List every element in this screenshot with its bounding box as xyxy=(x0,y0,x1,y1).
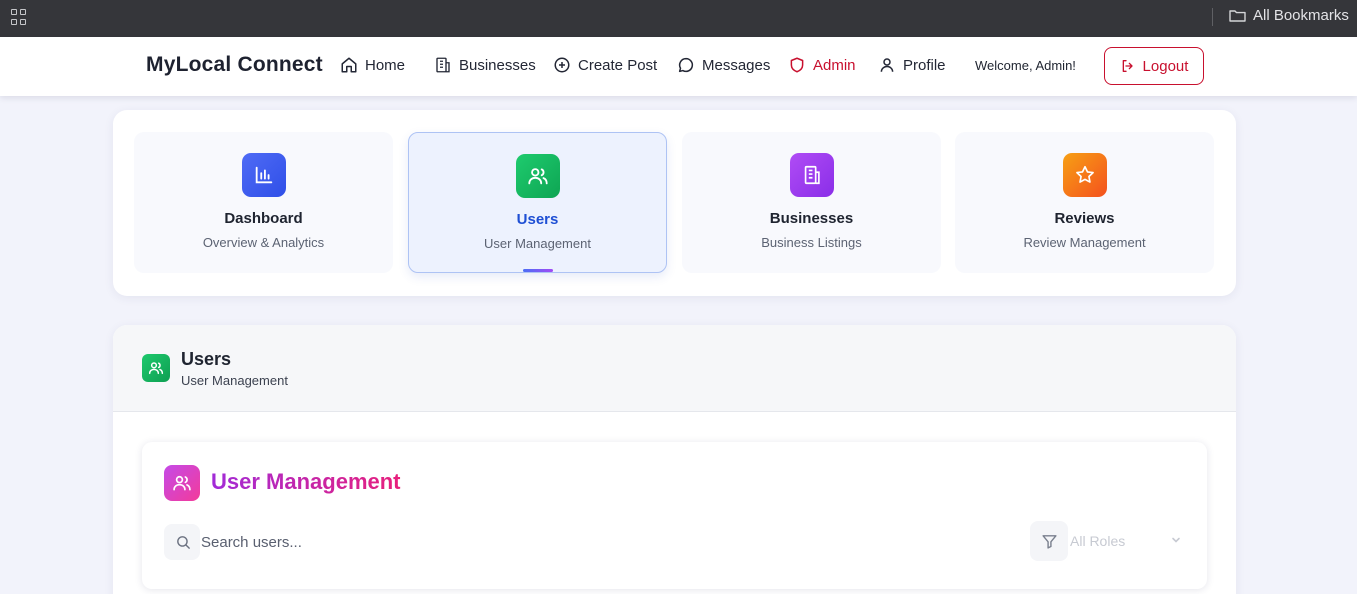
user-icon xyxy=(880,58,894,72)
users-icon xyxy=(515,154,560,198)
shield-icon xyxy=(790,57,804,73)
bookmarks-bar: All Bookmarks xyxy=(0,0,1357,37)
active-tab-indicator xyxy=(522,269,553,272)
tab-users-subtitle: User Management xyxy=(484,236,591,251)
nav-businesses-label: Businesses xyxy=(459,56,536,74)
nav-profile[interactable]: Profile xyxy=(878,56,946,74)
nav-home[interactable]: Home xyxy=(340,56,405,74)
tab-reviews[interactable]: Reviews Review Management xyxy=(955,132,1214,273)
home-icon xyxy=(341,57,357,73)
logout-button[interactable]: Logout xyxy=(1104,47,1204,85)
brand-logo[interactable]: MyLocal Connect xyxy=(146,53,323,77)
nav-home-label: Home xyxy=(365,56,406,74)
folder-icon xyxy=(1229,10,1246,22)
star-icon xyxy=(1062,153,1107,197)
search-input[interactable] xyxy=(164,524,764,560)
tab-dashboard[interactable]: Dashboard Overview & Analytics xyxy=(134,132,393,273)
nav-messages[interactable]: Messages xyxy=(677,56,770,74)
building-icon xyxy=(789,153,834,197)
nav-create-post-label: Create Post xyxy=(578,56,658,74)
chevron-down-icon xyxy=(1172,537,1180,543)
building-icon xyxy=(436,57,450,73)
nav-profile-label: Profile xyxy=(903,56,946,74)
users-icon xyxy=(164,465,200,501)
users-section: Users User Management User Management Al… xyxy=(113,325,1236,594)
navbar: MyLocal Connect Home Businesses Create P… xyxy=(0,37,1357,96)
logout-label: Logout xyxy=(1142,57,1189,75)
bookmarks-divider xyxy=(1212,8,1213,26)
users-icon xyxy=(142,354,170,382)
filter-icon xyxy=(1042,535,1057,549)
tab-users[interactable]: Users User Management xyxy=(408,132,667,273)
tab-reviews-subtitle: Review Management xyxy=(1023,235,1146,250)
tab-businesses-title: Businesses xyxy=(769,210,854,227)
section-title: Users xyxy=(181,349,232,369)
tab-users-title: Users xyxy=(516,211,559,228)
message-icon xyxy=(678,57,694,73)
tab-businesses[interactable]: Businesses Business Listings xyxy=(682,132,941,273)
admin-tabs: Dashboard Overview & Analytics Users Use… xyxy=(113,110,1236,296)
nav-admin-label: Admin xyxy=(813,56,856,74)
apps-grid-icon[interactable] xyxy=(11,9,27,25)
nav-create-post[interactable]: Create Post xyxy=(553,56,657,74)
tab-businesses-subtitle: Business Listings xyxy=(761,235,862,250)
nav-businesses[interactable]: Businesses xyxy=(434,56,536,74)
tab-reviews-title: Reviews xyxy=(1054,210,1115,227)
role-filter-select[interactable]: All Roles xyxy=(1030,521,1185,561)
tab-dashboard-title: Dashboard xyxy=(224,210,303,227)
tab-dashboard-subtitle: Overview & Analytics xyxy=(202,235,325,250)
all-bookmarks-button[interactable]: All Bookmarks xyxy=(1229,7,1349,24)
nav-messages-label: Messages xyxy=(702,56,771,74)
nav-admin[interactable]: Admin xyxy=(788,56,856,74)
plus-circle-icon xyxy=(554,57,570,73)
bar-chart-icon xyxy=(241,153,286,197)
role-filter-value: All Roles xyxy=(1070,533,1126,549)
all-bookmarks-label: All Bookmarks xyxy=(1253,7,1349,24)
user-management-card: User Management All Roles xyxy=(142,442,1207,589)
logout-icon xyxy=(1122,60,1133,72)
search-field xyxy=(164,524,764,560)
user-management-title: User Management xyxy=(211,469,401,494)
welcome-text: Welcome, Admin! xyxy=(975,58,1076,73)
section-subtitle: User Management xyxy=(181,373,288,388)
section-header: Users User Management xyxy=(113,325,1236,412)
